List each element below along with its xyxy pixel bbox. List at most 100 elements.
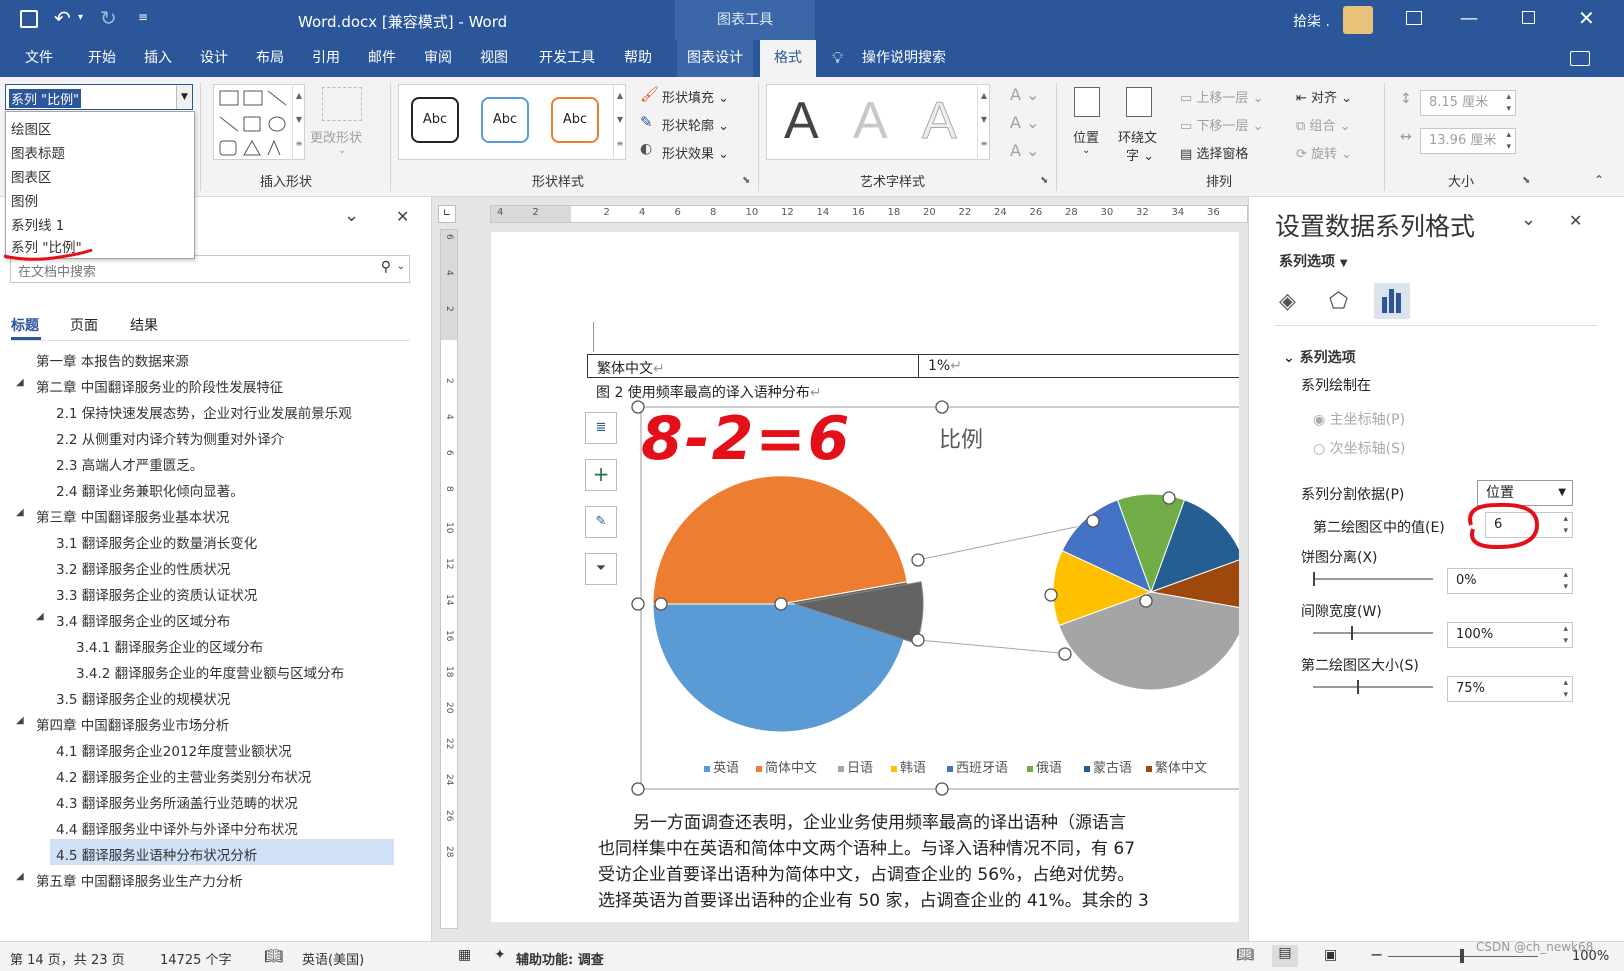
dialog-launcher-icon[interactable]: ⬊ (1040, 175, 1048, 186)
chart-title[interactable]: 比例 (939, 422, 983, 454)
secondary-axis-radio[interactable]: ○ 次坐标轴(S) (1313, 438, 1405, 458)
tab-references[interactable]: 引用 (306, 40, 346, 77)
pie-slice-简体中文[interactable] (652, 475, 908, 605)
wrap-text-button-line2[interactable]: 字 ⌄ (1126, 145, 1154, 164)
heading-item[interactable]: 4.2 翻译服务企业的主营业务类别分布状况 (56, 766, 311, 786)
height-input[interactable]: 8.15 厘米 ▴ ▾ (1420, 90, 1516, 116)
search-icon[interactable]: ⚲ (381, 259, 391, 275)
legend-item[interactable]: 英语 (704, 757, 739, 776)
explosion-slider[interactable] (1313, 572, 1433, 586)
read-mode-icon[interactable]: 📖︎ (1236, 947, 1254, 963)
selection-pane-button[interactable]: ▤ 选择窗格 (1180, 143, 1248, 162)
text-fill-button[interactable]: A ⌄ (1010, 85, 1039, 104)
tab-help[interactable]: 帮助 (618, 40, 658, 77)
heading-item[interactable]: 第二章 中国翻译服务业的阶段性发展特征 (36, 376, 283, 396)
zoom-out-icon[interactable]: − (1370, 945, 1383, 964)
heading-item[interactable]: 3.3 翻译服务企业的资质认证状况 (56, 584, 257, 604)
nav-tab-headings[interactable]: 标题 (11, 315, 39, 335)
web-layout-icon[interactable]: ▣ (1324, 947, 1337, 963)
heading-item[interactable]: 4.5 翻译服务业语种分布状况分析 (56, 844, 257, 864)
position-button[interactable]: 位置 (1073, 127, 1099, 146)
proofing-icon[interactable]: 📖︎ (264, 947, 283, 965)
legend-item[interactable]: 韩语 (891, 757, 926, 776)
series-line-bottom[interactable] (917, 639, 1072, 655)
expand-collapse-icon[interactable]: ◢ (16, 507, 24, 518)
legend-item[interactable]: 蒙古语 (1084, 757, 1132, 776)
text-effect-button[interactable]: A ⌄ (1010, 141, 1039, 160)
selection-handle[interactable] (1044, 588, 1058, 602)
send-backward-button[interactable]: ▭ 下移一层 ⌄ (1180, 115, 1263, 134)
dropdown-item-chart-title[interactable]: 图表标题 (11, 142, 65, 162)
expand-collapse-icon[interactable]: ◢ (16, 871, 24, 882)
tab-format[interactable]: 格式 (760, 40, 816, 77)
selection-handle[interactable] (911, 553, 925, 567)
explosion-input[interactable]: 0% ▴ ▾ (1447, 568, 1573, 594)
chart[interactable] (491, 232, 1239, 832)
dialog-launcher-icon[interactable]: ⬊ (1522, 175, 1530, 186)
heading-item[interactable]: 3.5 翻译服务企业的规模状况 (56, 688, 230, 708)
shape-style-1[interactable]: Abc (411, 97, 459, 143)
ribbon-display-options-icon[interactable] (1406, 11, 1422, 25)
selection-handle[interactable] (1162, 491, 1176, 505)
rotate-button[interactable]: ⟳ 旋转 ⌄ (1296, 143, 1352, 162)
tab-review[interactable]: 审阅 (418, 40, 458, 77)
print-layout-icon[interactable]: ▤ (1272, 945, 1298, 967)
zoom-slider[interactable] (1388, 949, 1538, 963)
tab-view[interactable]: 视图 (474, 40, 514, 77)
gap-width-slider[interactable] (1313, 626, 1433, 640)
heading-item[interactable]: 2.1 保持快速发展态势，企业对行业发展前景乐观 (56, 402, 352, 422)
gap-width-input[interactable]: 100% ▴ ▾ (1447, 622, 1573, 648)
wordart-scroll[interactable]: ▲ ▼ ≡ (977, 84, 990, 160)
heading-item[interactable]: 第五章 中国翻译服务业生产力分析 (36, 870, 243, 890)
shape-effect-button[interactable]: 形状效果 ⌄ (662, 143, 729, 162)
chevron-down-icon[interactable]: ⌄ (397, 261, 405, 272)
selection-handle[interactable] (935, 782, 949, 796)
heading-item[interactable]: 4.3 翻译服务业务所涵盖行业范畴的状况 (56, 792, 298, 812)
dropdown-item-legend[interactable]: 图例 (11, 190, 38, 210)
dropdown-item-series-line[interactable]: 系列线 1 (11, 214, 64, 234)
pane-options-icon[interactable]: ⌄ (344, 205, 359, 226)
collapse-ribbon-icon[interactable]: ⌃ (1594, 173, 1604, 187)
customize-toolbar-icon[interactable]: ≡ (138, 10, 148, 24)
heading-item[interactable]: 第一章 本报告的数据来源 (36, 350, 189, 370)
chart-element-select[interactable]: 系列 "比例" ▼ (5, 84, 193, 110)
heading-item[interactable]: 2.4 翻译业务兼职化倾向显著。 (56, 480, 244, 500)
second-plot-size-slider[interactable] (1313, 680, 1433, 694)
undo-icon[interactable]: ↶ (54, 6, 71, 30)
undo-dropdown-icon[interactable]: ▾ (78, 12, 83, 23)
close-pane-icon[interactable]: ✕ (1569, 211, 1582, 230)
shape-style-2[interactable]: Abc (481, 97, 529, 143)
tab-layout[interactable]: 布局 (250, 40, 290, 77)
shape-outline-button[interactable]: 形状轮廓 ⌄ (662, 115, 729, 134)
wordart-style-3[interactable]: A (922, 91, 958, 151)
selection-handle[interactable] (1058, 647, 1072, 661)
dialog-launcher-icon[interactable]: ⬊ (742, 175, 750, 186)
tell-me-search[interactable]: 操作说明搜索 (862, 40, 946, 77)
pane-options-icon[interactable]: ⌄ (1521, 209, 1536, 230)
tab-home[interactable]: 开始 (82, 40, 122, 77)
tab-chart-design[interactable]: 图表设计 (677, 40, 753, 77)
nav-tab-pages[interactable]: 页面 (70, 315, 98, 335)
close-icon[interactable]: ✕ (1578, 6, 1595, 30)
heading-item[interactable]: 3.1 翻译服务企业的数量消长变化 (56, 532, 257, 552)
legend-item[interactable]: 繁体中文 (1146, 757, 1207, 776)
nav-tab-results[interactable]: 结果 (130, 315, 158, 335)
expand-collapse-icon[interactable]: ◢ (16, 377, 24, 388)
selection-handle[interactable] (774, 597, 788, 611)
heading-item[interactable]: 3.4 翻译服务企业的区域分布 (56, 610, 230, 630)
redo-icon[interactable]: ↻ (100, 6, 117, 30)
text-outline-button[interactable]: A ⌄ (1010, 113, 1039, 132)
expand-collapse-icon[interactable]: ◢ (36, 611, 44, 622)
shape-style-3[interactable]: Abc (551, 97, 599, 143)
heading-item[interactable]: 4.4 翻译服务业中译外与外译中分布状况 (56, 818, 298, 838)
close-pane-icon[interactable]: ✕ (396, 207, 409, 226)
horizontal-ruler[interactable]: 4 2 2 4 6 8 10 12 14 16 18 20 22 24 26 28 30 32 34 36 (490, 205, 1248, 223)
vertical-ruler[interactable]: 6 4 2 2 4 6 8 10 12 14 16 18 20 22 24 26 28 (440, 229, 458, 929)
heading-item[interactable]: 2.2 从侧重对内译介转为侧重对外译介 (56, 428, 284, 448)
expand-collapse-icon[interactable]: ◢ (16, 715, 24, 726)
primary-axis-radio[interactable]: ◉ 主坐标轴(P) (1313, 409, 1405, 429)
selection-handle[interactable] (1086, 514, 1100, 528)
heading-item[interactable]: 4.1 翻译服务企业2012年度营业额状况 (56, 740, 292, 760)
chevron-down-icon[interactable]: ▼ (176, 85, 192, 109)
wrap-text-button[interactable]: 环绕文 (1118, 127, 1157, 146)
